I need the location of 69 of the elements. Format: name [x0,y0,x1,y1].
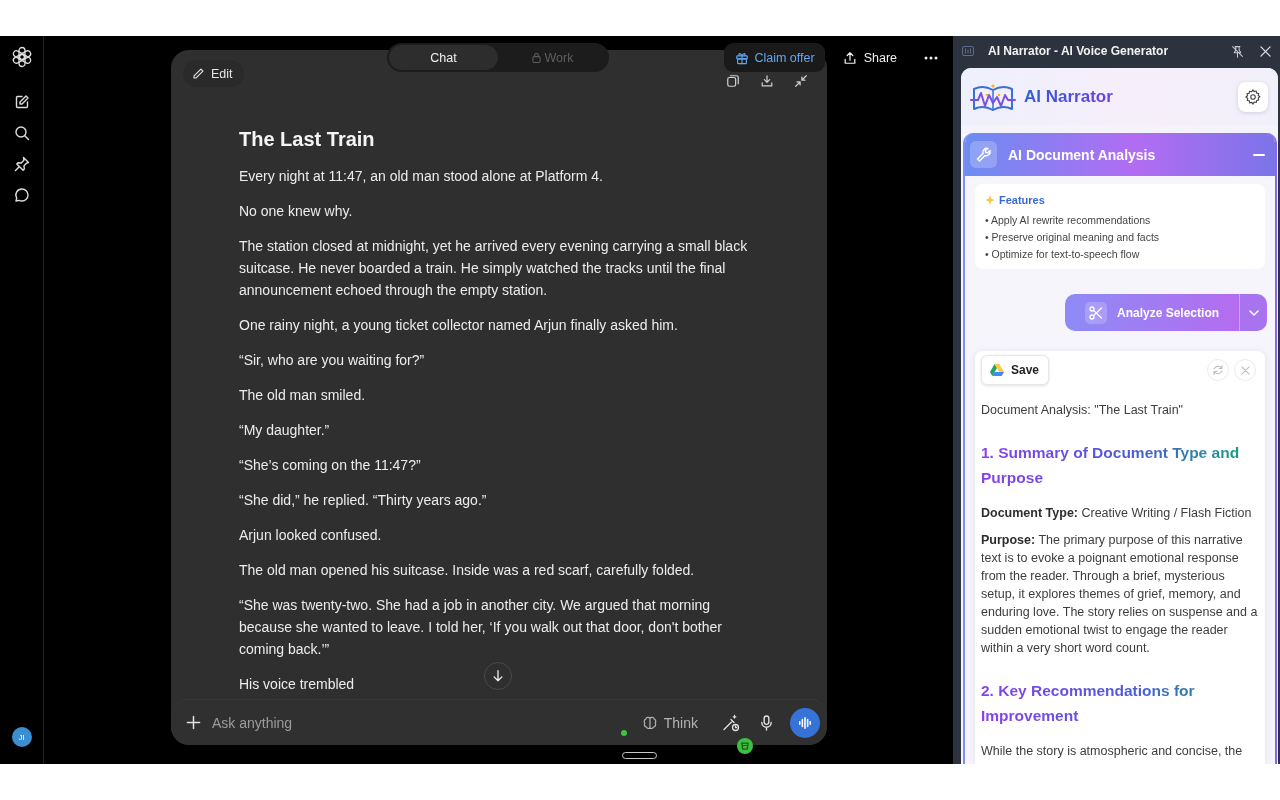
result-text: While the story is atmospheric and concise, the [981,743,1244,760]
chat-bubble-icon[interactable] [13,187,30,203]
pin-icon[interactable] [13,156,30,172]
think-button[interactable]: Think [641,714,698,731]
settings-button[interactable] [1238,81,1268,112]
pencil-icon [192,67,205,80]
story-paragraph: The old man smiled. [239,386,366,405]
edit-button[interactable]: Edit [183,60,244,87]
logo-icon[interactable] [10,46,33,68]
minus-icon [1253,153,1265,156]
copy-icon[interactable] [726,74,740,88]
story-paragraph: “My daughter.” [239,421,330,440]
voice-button[interactable] [790,707,820,738]
gift-icon [735,50,750,65]
share-icon [842,50,857,65]
story-paragraph: “She did,” he replied. “Thirty years ago.” [239,491,487,510]
unpin-icon[interactable] [1231,44,1244,58]
story-title: The Last Train [239,127,375,152]
section-title: AI Document Analysis [1008,146,1156,163]
feature-item: • Optimize for text-to-speech flow [985,247,1140,262]
story-paragraph: His voice trembled [239,675,355,694]
result-text: Document Analysis: "The Last Train" [981,402,1185,419]
arrow-down-icon [491,669,505,683]
compose-icon[interactable] [13,94,30,110]
mode-tab[interactable]: Chat [389,45,498,70]
lock-icon [531,52,541,63]
analyze-options-button[interactable] [1239,294,1267,331]
story-paragraph: Every night at 11:47, an old man stood alone at Platform 4. [239,167,603,186]
more-icon [924,55,938,60]
mic-icon [759,714,774,731]
add-button[interactable] [184,713,203,732]
result-text: Document Type: Creative Writing / Flash Fiction [981,505,1253,522]
story-paragraph: The station closed at midnight, yet he arrived every evening carrying a small black suitcase. He never boarded a train. He simply watched the tracks until the final announcement echoed through the empty station. [239,237,749,300]
story-paragraph: One rainy night, a young ticket collector named Arjun finally asked him. [239,316,678,335]
triangle-logo-icon [990,364,1004,376]
brain-icon [641,714,658,731]
close-icon[interactable] [1260,45,1271,57]
window-title: AI Narrator - AI Voice Generator [988,44,1169,58]
story-paragraph: “She was twenty-two. She had a job in another city. We argued that morning because she wanted to leave. I told her, ‘If you walk out that door, don't bother coming back.’” [239,596,723,659]
extension-badge-icon[interactable] [737,738,753,754]
refresh-icon [1212,364,1224,376]
collapse-icon[interactable] [794,74,808,88]
feature-item: • Preserve original meaning and facts [985,230,1160,245]
wand-icon [722,713,740,732]
app-icon [962,46,974,56]
scissors-icon [1085,301,1107,324]
sound-wave-icon [798,715,812,730]
features-heading: Features [999,194,1045,206]
settings-icon [1244,87,1262,106]
download-icon[interactable] [760,74,774,88]
claim-offer-button[interactable]: Claim offer [724,43,825,72]
share-button[interactable]: Share [836,43,903,72]
sparkle-icon [985,195,995,205]
scroll-down-button[interactable] [484,662,512,690]
message-input[interactable]: Ask anything [212,712,621,733]
search-icon[interactable] [13,125,30,141]
story-paragraph: No one knew why. [239,202,353,221]
story-paragraph: Arjun looked confused. [239,526,382,545]
story-paragraph: “She’s coming on the 11:47?” [239,456,421,475]
chevron-down-icon [1248,309,1259,316]
close-icon [1240,365,1250,375]
story-paragraph: “Sir, who are you waiting for?” [239,351,425,370]
wrench-icon [970,141,997,168]
story-paragraph: The old man opened his suitcase. Inside was a red scarf, carefully folded. [239,561,695,580]
save-button[interactable]: Save [981,355,1050,385]
plus-icon [186,715,201,730]
result-text: Purpose: The primary purpose of this narrative text is to evoke a poignant emotional response from the reader. Through a brief, mysterious setup, it explores themes of grief, memory, and enduring love. The story relies on suspense and a sudden emotional twist to engage the reader within a very short word count. [981,532,1259,657]
feature-item: • Apply AI rewrite recommendations [985,213,1151,228]
status-dot-icon [620,730,627,736]
